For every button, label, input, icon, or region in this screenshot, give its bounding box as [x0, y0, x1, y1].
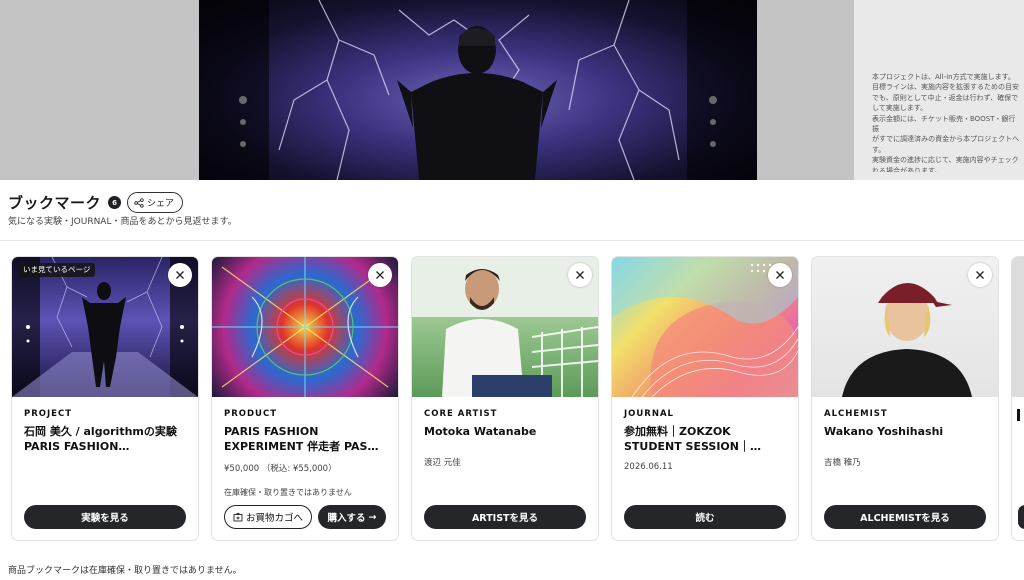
product-actions: お買物カゴへ 購入する → [224, 505, 386, 529]
close-icon [176, 271, 184, 279]
footer-note: 商品ブックマークは在庫確保・取り置きではありません。 [8, 566, 242, 576]
bookmark-card-product[interactable]: PRODUCT PARIS FASHION EXPERIMENT 伴走者 PAS… [211, 256, 399, 541]
artist-japanese-name: 渡辺 元佳 [424, 458, 461, 468]
add-to-cart-label: お買物カゴへ [245, 513, 303, 524]
drawer-subtitle: 気になる実験・JOURNAL・商品をあとから見返せます。 [8, 217, 237, 227]
title-row: ブックマーク 6 シェア [8, 192, 184, 213]
card-kind: JOURNAL [624, 409, 674, 419]
share-icon [134, 197, 144, 208]
card-title: Motoka Watanabe [424, 425, 537, 438]
view-artist-button[interactable]: ARTISTを見る [424, 505, 586, 529]
card-body: PROJECT 石岡 美久 / algorithmの実験 PARIS FASHI… [24, 409, 190, 454]
card-kind: PRODUCT [224, 409, 277, 419]
bookmark-drawer: ブックマーク 6 シェア 気になる実験・JOURNAL・商品をあとから見返せます… [0, 180, 1024, 580]
stock-note: 在庫確保・取り置きではありません [224, 488, 352, 497]
view-project-button[interactable]: 実験を見る [24, 505, 186, 529]
card-title: 石岡 美久 / algorithmの実験 PARIS FASHION… [24, 425, 177, 453]
read-journal-button[interactable]: 読む [624, 505, 786, 529]
close-icon [776, 271, 784, 279]
bookmark-card-partial[interactable] [1011, 256, 1024, 541]
card-kind: ALCHEMIST [824, 409, 888, 419]
alchemist-japanese-name: 吉橋 稚乃 [824, 458, 861, 468]
page-backdrop: 本プロジェクトは、All-in方式で実施します。 目標ラインは、実施内容を拡張す… [0, 0, 1024, 180]
close-icon [376, 271, 384, 279]
card-body: ALCHEMIST Wakano Yoshihashi 吉橋 稚乃 [824, 409, 990, 468]
card-button-fragment[interactable] [1018, 505, 1024, 529]
card-kind-fragment [1017, 409, 1020, 421]
card-thumbnail [1012, 257, 1024, 397]
view-alchemist-button[interactable]: ALCHEMISTを見る [824, 505, 986, 529]
arrow-right-icon: → [368, 511, 377, 523]
remove-bookmark-button[interactable] [568, 263, 592, 287]
remove-bookmark-button[interactable] [368, 263, 392, 287]
card-title: 参加無料｜ZOKZOK STUDENT SESSION｜… [624, 425, 761, 453]
add-to-cart-button[interactable]: お買物カゴへ [224, 505, 312, 529]
remove-bookmark-button[interactable] [168, 263, 192, 287]
remove-bookmark-button[interactable] [968, 263, 992, 287]
card-kind: CORE ARTIST [424, 409, 498, 419]
close-icon [576, 271, 584, 279]
hero-image [199, 0, 757, 180]
drawer-header: ブックマーク 6 シェア 気になる実験・JOURNAL・商品をあとから見返せます… [0, 180, 1024, 241]
card-title: PARIS FASHION EXPERIMENT 伴走者 PAS… [224, 425, 379, 453]
card-title: Wakano Yoshihashi [824, 425, 944, 438]
bookmark-card-list: いま見ているページ PROJECT 石岡 美久 / algorithmの実験 P… [0, 256, 1024, 542]
card-body: PRODUCT PARIS FASHION EXPERIMENT 伴走者 PAS… [224, 409, 390, 474]
share-button[interactable]: シェア [127, 192, 184, 213]
card-body: CORE ARTIST Motoka Watanabe 渡辺 元佳 [424, 409, 590, 468]
card-body: JOURNAL 参加無料｜ZOKZOK STUDENT SESSION｜… 20… [624, 409, 790, 472]
card-kind: PROJECT [24, 409, 73, 419]
bookmark-count-badge: 6 [108, 196, 122, 209]
product-price: ¥50,000 （税込: ¥55,000） [224, 464, 337, 474]
bookmark-card-alchemist[interactable]: ALCHEMIST Wakano Yoshihashi 吉橋 稚乃 ALCHEM… [811, 256, 999, 541]
buy-button[interactable]: 購入する → [318, 505, 386, 529]
bookmark-card-artist[interactable]: CORE ARTIST Motoka Watanabe 渡辺 元佳 ARTIST… [411, 256, 599, 541]
remove-bookmark-button[interactable] [768, 263, 792, 287]
drawer-title: ブックマーク [8, 194, 102, 212]
share-label: シェア [147, 199, 175, 209]
current-page-label: いま見ているページ [18, 263, 96, 277]
bookmark-card-journal[interactable]: JOURNAL 参加無料｜ZOKZOK STUDENT SESSION｜… 20… [611, 256, 799, 541]
journal-date: 2026.06.11 [624, 462, 673, 472]
project-terms-text: 本プロジェクトは、All-in方式で実施します。 目標ラインは、実施内容を拡張す… [872, 73, 1020, 172]
hero-stage-art [199, 0, 757, 180]
bookmark-card-project[interactable]: いま見ているページ PROJECT 石岡 美久 / algorithmの実験 P… [11, 256, 199, 541]
close-icon [976, 271, 984, 279]
cart-icon [233, 512, 243, 522]
buy-label: 購入する [327, 513, 366, 524]
